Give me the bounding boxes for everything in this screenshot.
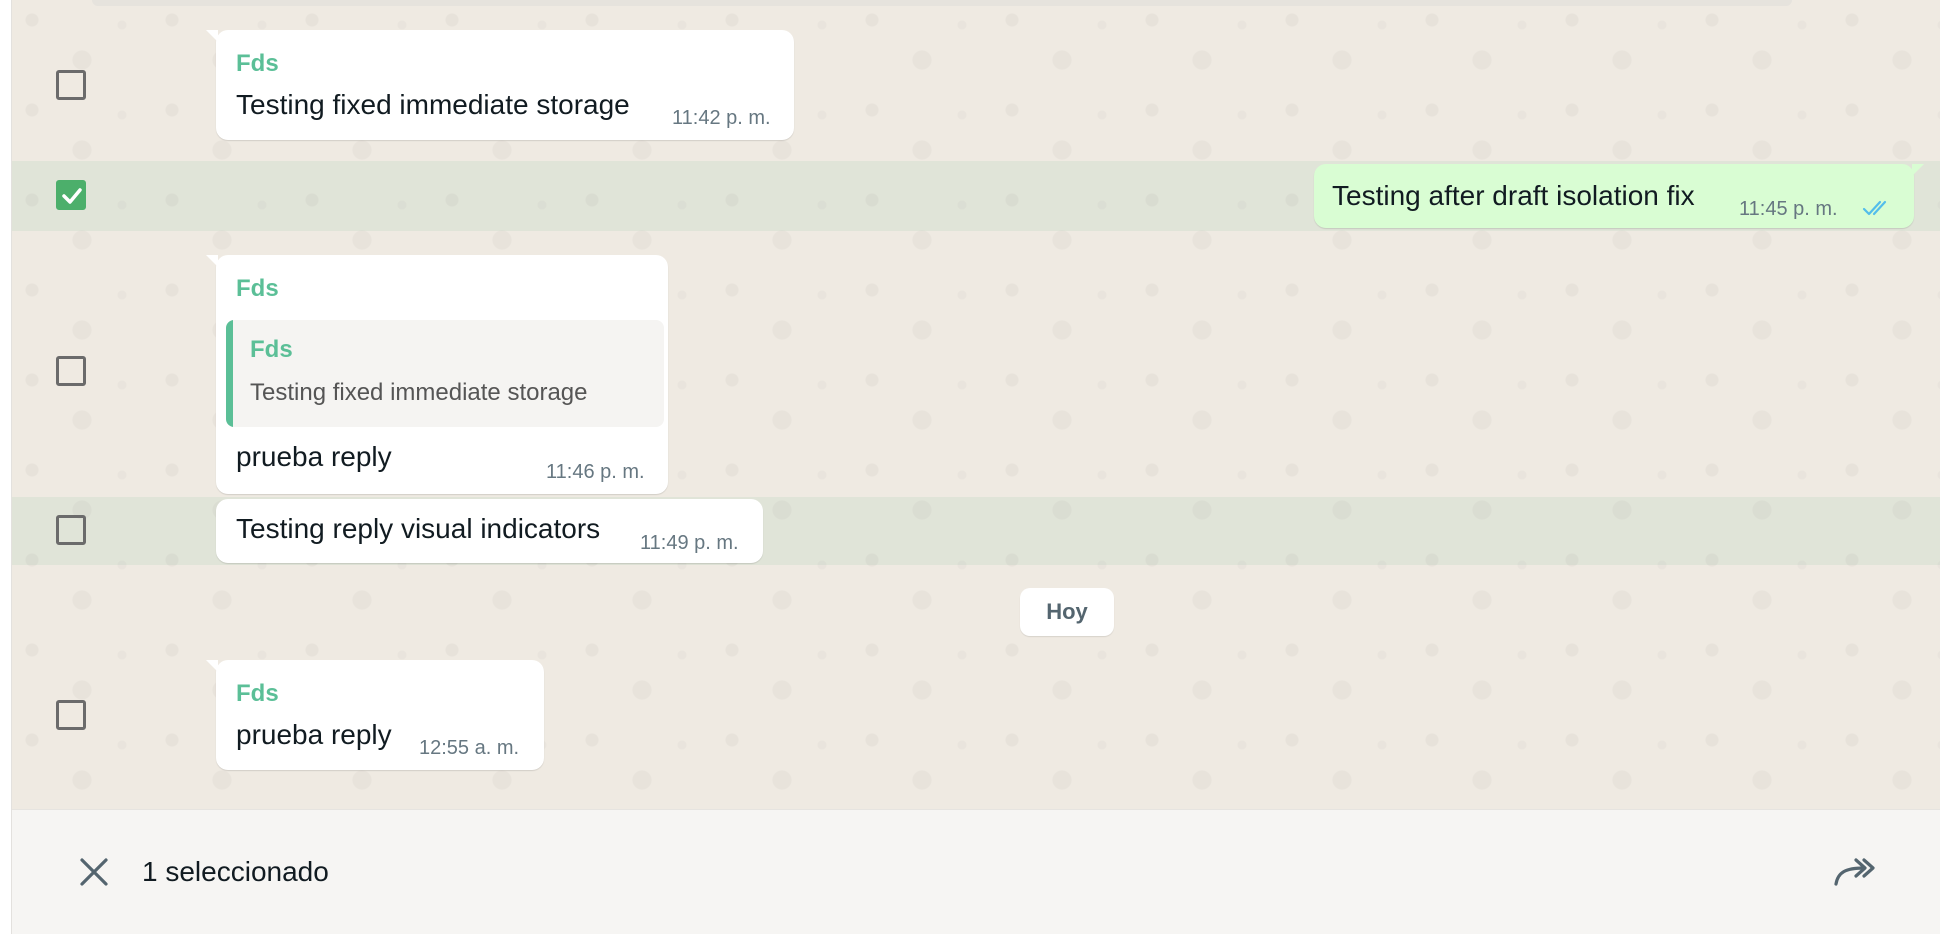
message-row-selected[interactable]: Testing after draft isolation fix 11:45 …	[12, 161, 1940, 231]
select-checkbox[interactable]	[56, 515, 86, 545]
date-divider: Hoy	[1020, 588, 1114, 636]
sender-name: Fds	[236, 680, 279, 707]
message-text: Testing reply visual indicators	[236, 513, 601, 544]
sender-name: Fds	[236, 275, 279, 302]
message-text: prueba reply	[236, 441, 392, 472]
select-checkbox[interactable]	[56, 700, 86, 730]
chat-area: Fds Testing fixed immediate storage 11:4…	[12, 0, 1940, 809]
forward-icon	[1834, 858, 1875, 886]
message-row[interactable]: Fds Testing fixed immediate storage 11:4…	[12, 0, 1940, 150]
message-row[interactable]: Fds prueba reply 12:55 a. m.	[12, 650, 1940, 780]
selected-count-label: 1 seleccionado	[142, 856, 329, 887]
select-checkbox[interactable]	[56, 356, 86, 386]
incoming-message-bubble[interactable]: Fds Testing fixed immediate storage 11:4…	[206, 30, 794, 140]
select-checkbox[interactable]	[56, 70, 86, 100]
sender-name: Fds	[236, 50, 279, 77]
message-row[interactable]: Testing reply visual indicators 11:49 p.…	[12, 497, 1940, 565]
message-time: 11:45 p. m.	[1739, 198, 1838, 220]
message-time: 11:49 p. m.	[640, 532, 739, 554]
close-selection-button[interactable]	[74, 852, 114, 892]
message-text: Testing after draft isolation fix	[1332, 180, 1695, 211]
message-text: prueba reply	[236, 719, 392, 750]
message-row[interactable]: Fds Fds Testing fixed immediate storage …	[12, 240, 1940, 494]
message-time: 12:55 a. m.	[419, 737, 520, 759]
select-checkbox-checked[interactable]	[56, 180, 86, 210]
quote-accent-bar	[226, 320, 233, 427]
message-time: 11:42 p. m.	[672, 107, 771, 129]
incoming-message-bubble[interactable]: Fds Fds Testing fixed immediate storage …	[206, 255, 668, 494]
quoted-text: Testing fixed immediate storage	[250, 379, 588, 406]
quoted-sender-name: Fds	[250, 336, 293, 363]
incoming-message-bubble[interactable]: Fds prueba reply 12:55 a. m.	[206, 660, 544, 770]
outgoing-message-bubble[interactable]: Testing after draft isolation fix 11:45 …	[1314, 164, 1924, 228]
quoted-message[interactable]: Fds Testing fixed immediate storage	[226, 320, 664, 427]
incoming-message-bubble[interactable]: Testing reply visual indicators 11:49 p.…	[216, 499, 763, 563]
check-icon	[62, 188, 82, 204]
message-text: Testing fixed immediate storage	[236, 89, 630, 120]
left-panel-edge	[0, 0, 12, 934]
message-time: 11:46 p. m.	[546, 461, 645, 483]
double-check-read-icon	[1862, 200, 1887, 216]
selection-bar: 1 seleccionado	[12, 809, 1940, 934]
close-icon	[80, 858, 108, 886]
forward-button[interactable]	[1830, 848, 1880, 894]
